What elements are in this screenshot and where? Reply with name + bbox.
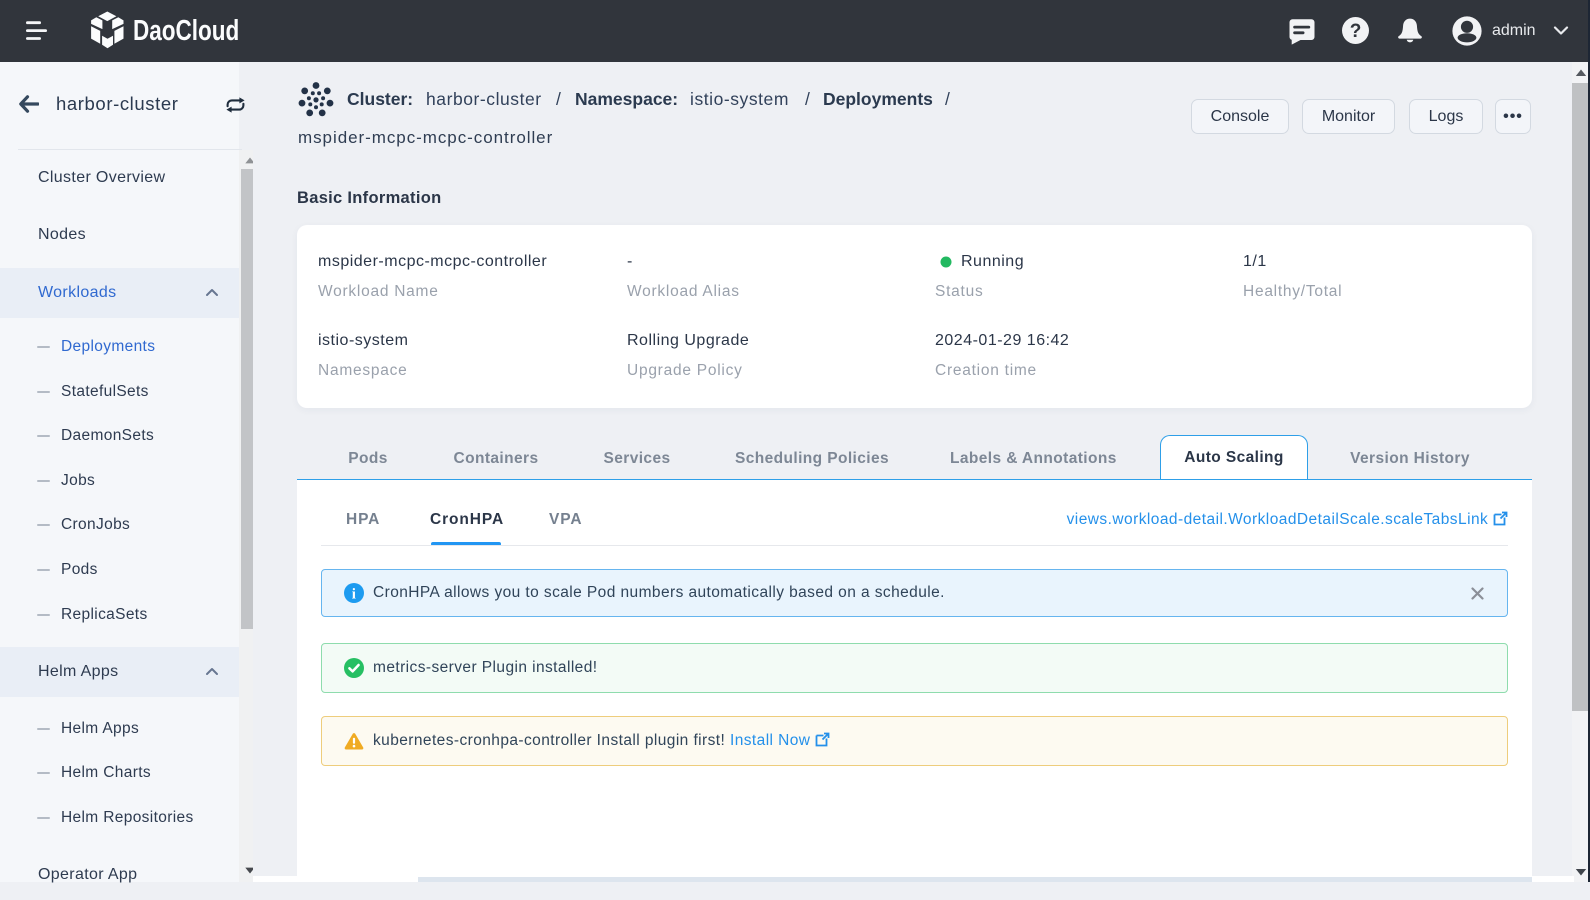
svg-text:?: ? — [1350, 21, 1362, 42]
svg-text:i: i — [352, 587, 357, 603]
